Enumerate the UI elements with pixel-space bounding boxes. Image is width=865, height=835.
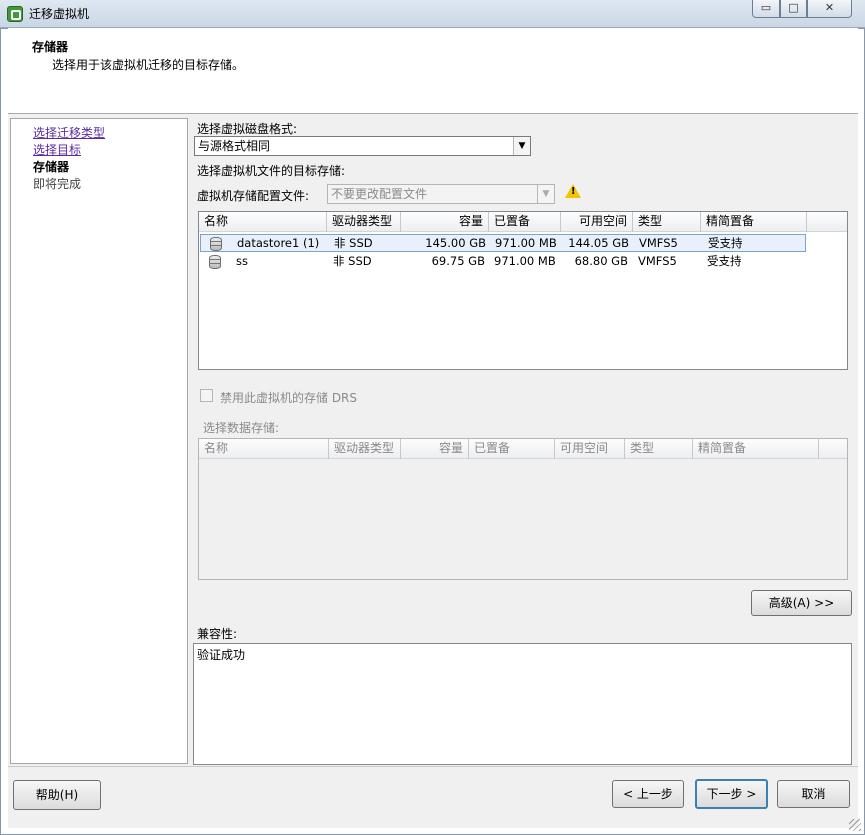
help-button[interactable]: 帮助(H) bbox=[13, 780, 101, 810]
dropdown-arrow-icon[interactable]: ▼ bbox=[537, 185, 554, 203]
nav-item-migration-type[interactable]: 选择迁移类型 bbox=[33, 124, 105, 141]
column-free-space: 可用空间 bbox=[555, 439, 625, 459]
cell-thin: 受支持 bbox=[707, 254, 742, 268]
cell-capacity: 69.75 GB bbox=[431, 254, 485, 268]
column-provisioned[interactable]: 已置备 bbox=[489, 212, 561, 232]
compatibility-box: 验证成功 bbox=[193, 643, 852, 765]
title-bar: 迁移虚拟机 ▭ □ ✕ bbox=[0, 0, 865, 28]
cell-thin: 受支持 bbox=[708, 236, 743, 250]
datastore-icon bbox=[210, 237, 222, 251]
minimize-button[interactable]: ▭ bbox=[752, 0, 780, 18]
vsphere-app-icon bbox=[7, 6, 23, 22]
column-drive-type: 驱动器类型 bbox=[329, 439, 401, 459]
disable-storage-drs-label: 禁用此虚拟机的存储 DRS bbox=[220, 391, 358, 405]
maximize-button[interactable]: □ bbox=[780, 0, 807, 18]
warning-icon-mark: ! bbox=[571, 186, 576, 197]
column-type[interactable]: 类型 bbox=[633, 212, 701, 232]
table-row[interactable]: datastore1 (1) 非 SSD 145.00 GB 971.00 MB… bbox=[200, 234, 806, 252]
back-button[interactable]: < 上一步 bbox=[612, 780, 684, 808]
next-button[interactable]: 下一步 > bbox=[695, 779, 768, 809]
page-title: 存储器 bbox=[32, 40, 69, 54]
storage-profile-label: 虚拟机存储配置文件: bbox=[197, 189, 310, 203]
page-header: 存储器 选择用于该虚拟机迁移的目标存储。 bbox=[8, 28, 858, 114]
disk-format-value: 与源格式相同 bbox=[198, 139, 271, 153]
nav-item-ready: 即将完成 bbox=[33, 177, 82, 191]
advanced-button[interactable]: 高级(A) >> bbox=[751, 590, 852, 616]
cell-drive-type: 非 SSD bbox=[333, 254, 372, 268]
column-name[interactable]: 名称 bbox=[199, 212, 327, 232]
cell-type: VMFS5 bbox=[639, 236, 678, 250]
nav-item-select-target[interactable]: 选择目标 bbox=[33, 141, 81, 158]
compatibility-label: 兼容性: bbox=[197, 627, 238, 641]
close-button[interactable]: ✕ bbox=[807, 0, 852, 18]
column-capacity[interactable]: 容量 bbox=[401, 212, 489, 232]
cancel-button[interactable]: 取消 bbox=[777, 780, 850, 808]
disk-format-select[interactable]: 与源格式相同 ▼ bbox=[194, 136, 531, 156]
cell-provisioned: 971.00 MB bbox=[494, 254, 556, 268]
resize-grip-icon[interactable] bbox=[849, 819, 861, 831]
column-thin: 精简置备 bbox=[693, 439, 819, 459]
column-thin[interactable]: 精简置备 bbox=[701, 212, 807, 232]
page-subtitle: 选择用于该虚拟机迁移的目标存储。 bbox=[52, 58, 245, 72]
cell-drive-type: 非 SSD bbox=[334, 236, 373, 250]
column-capacity: 容量 bbox=[401, 439, 469, 459]
cell-free-space: 144.05 GB bbox=[568, 236, 629, 250]
storage-profile-select[interactable]: 不要更改配置文件 ▼ bbox=[327, 184, 555, 204]
datastore-table: 名称 驱动器类型 容量 已置备 可用空间 类型 精简置备 datastore1 … bbox=[198, 211, 848, 370]
disable-storage-drs-checkbox[interactable] bbox=[200, 389, 213, 402]
cell-name: datastore1 (1) bbox=[237, 236, 320, 250]
nav-item-storage: 存储器 bbox=[33, 160, 70, 174]
column-free-space[interactable]: 可用空间 bbox=[561, 212, 633, 232]
column-name: 名称 bbox=[199, 439, 329, 459]
datastore-icon bbox=[209, 255, 221, 269]
datastore-table-secondary: 名称 驱动器类型 容量 已置备 可用空间 类型 精简置备 bbox=[198, 438, 848, 580]
cell-free-space: 68.80 GB bbox=[574, 254, 628, 268]
select-datastore-label: 选择数据存储: bbox=[203, 421, 280, 435]
cell-provisioned: 971.00 MB bbox=[495, 236, 557, 250]
column-provisioned: 已置备 bbox=[469, 439, 555, 459]
wizard-nav: 选择迁移类型 选择目标 存储器 即将完成 bbox=[10, 118, 188, 764]
target-storage-label: 选择虚拟机文件的目标存储: bbox=[197, 164, 346, 178]
cell-type: VMFS5 bbox=[638, 254, 677, 268]
column-drive-type[interactable]: 驱动器类型 bbox=[327, 212, 401, 232]
compatibility-status: 验证成功 bbox=[197, 648, 246, 662]
column-type: 类型 bbox=[625, 439, 693, 459]
cell-name: ss bbox=[236, 254, 248, 268]
disk-format-label: 选择虚拟磁盘格式: bbox=[197, 122, 298, 136]
table-header: 名称 驱动器类型 容量 已置备 可用空间 类型 精简置备 bbox=[199, 439, 847, 459]
dropdown-arrow-icon[interactable]: ▼ bbox=[513, 137, 530, 155]
window-title: 迁移虚拟机 bbox=[29, 7, 90, 21]
table-row[interactable]: ss 非 SSD 69.75 GB 971.00 MB 68.80 GB VMF… bbox=[200, 253, 806, 271]
storage-profile-value: 不要更改配置文件 bbox=[331, 187, 428, 201]
table-header: 名称 驱动器类型 容量 已置备 可用空间 类型 精简置备 bbox=[199, 212, 847, 232]
cell-capacity: 145.00 GB bbox=[425, 236, 486, 250]
